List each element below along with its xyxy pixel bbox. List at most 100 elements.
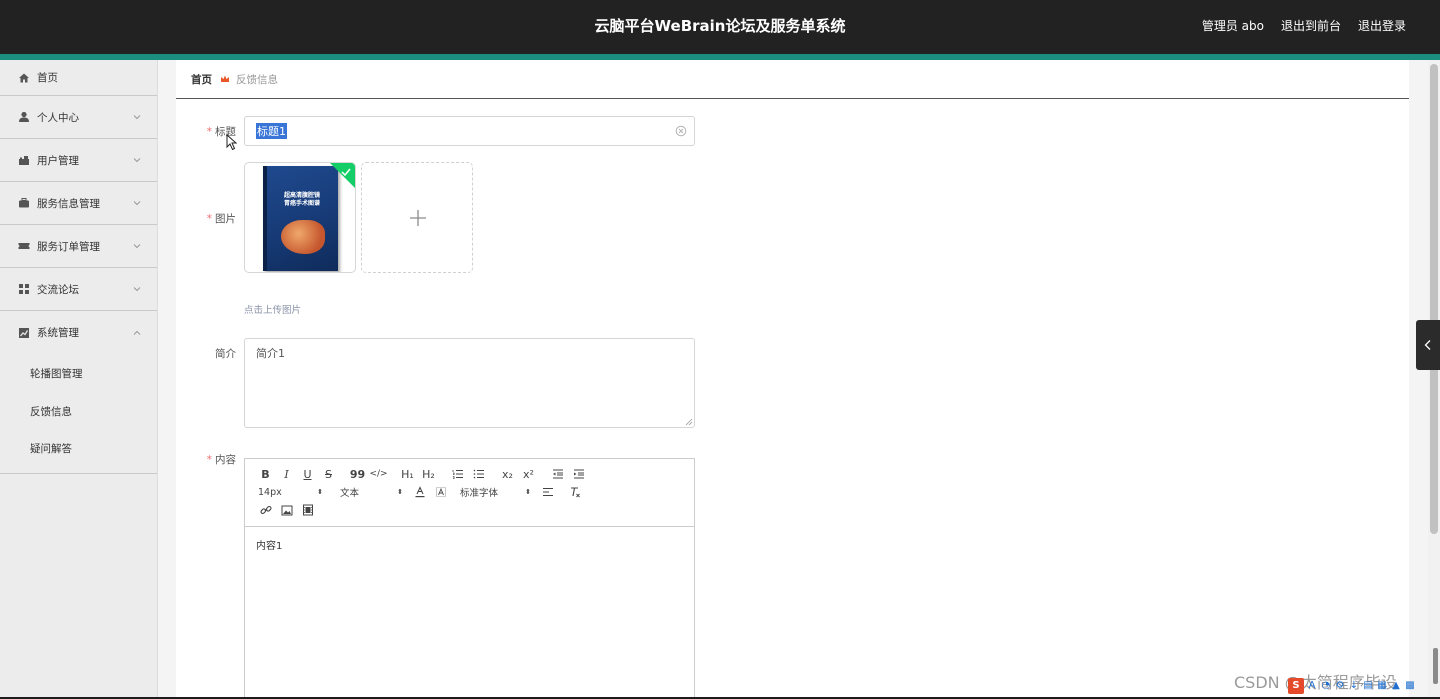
tray-icon-4[interactable]: ↓	[1348, 680, 1360, 692]
sidebar-subitem-carousel[interactable]: 轮播图管理	[0, 356, 157, 394]
sidebar-item-label: 个人中心	[37, 111, 79, 124]
sogou-ime-icon[interactable]: S	[1288, 678, 1304, 694]
sidebar-item-personal-center[interactable]: 个人中心	[0, 96, 157, 139]
bullet-list-icon	[473, 469, 484, 479]
background-color-button[interactable]	[430, 483, 451, 501]
clear-format-button[interactable]	[564, 483, 585, 501]
image-label: * 图片	[206, 213, 236, 225]
image-icon	[281, 505, 292, 515]
align-button[interactable]	[537, 483, 558, 501]
ordered-list-button[interactable]	[447, 465, 468, 483]
editor-content-area[interactable]: 内容1	[245, 527, 694, 562]
tray-icon-8[interactable]: ▩	[1404, 680, 1416, 692]
resize-grip-icon[interactable]	[685, 418, 693, 426]
sidebar-subitem-feedback[interactable]: 反馈信息	[0, 394, 157, 432]
indent-icon	[573, 469, 584, 479]
crown-icon	[220, 74, 230, 84]
strike-button[interactable]: S	[318, 465, 339, 483]
subscript-button[interactable]: x₂	[497, 465, 518, 483]
summary-label: 简介	[215, 348, 236, 360]
video-button[interactable]	[297, 501, 318, 519]
home-icon	[18, 72, 30, 84]
link-icon	[259, 505, 272, 515]
scrollbar-thumb-secondary[interactable]	[1433, 648, 1438, 684]
outdent-button[interactable]	[547, 465, 568, 483]
code-block-button[interactable]: </>	[368, 465, 389, 483]
italic-button[interactable]: I	[276, 465, 297, 483]
underline-button[interactable]: U	[297, 465, 318, 483]
book-illustration	[281, 220, 325, 254]
tray-icon-5[interactable]: ▤	[1362, 680, 1374, 692]
superscript-button[interactable]: x²	[518, 465, 539, 483]
sidebar-item-user-management[interactable]: 用户管理	[0, 139, 157, 182]
title-input-value: 标题1	[256, 123, 287, 139]
breadcrumb-current: 反馈信息	[236, 73, 278, 86]
system-submenu: 轮播图管理 反馈信息 疑问解答	[0, 354, 157, 474]
sidebar-item-home[interactable]: 首页	[0, 60, 157, 96]
editor-toolbar: B I U S 99 </> H₁ H₂ x₂ x² 14px ⬍ 文本 ⬍ 标…	[245, 459, 694, 527]
sidebar-item-forum[interactable]: 交流论坛	[0, 268, 157, 311]
main-panel: 首页 反馈信息 * 标题 标题1 * 图片 超高清腹腔镜 胃癌手术图谱 点击上传图片…	[176, 60, 1409, 699]
image-button[interactable]	[276, 501, 297, 519]
sidebar-item-label: 用户管理	[37, 154, 79, 167]
sidebar-item-label: 服务订单管理	[37, 240, 100, 253]
book-spine	[263, 166, 267, 271]
sidebar-item-service-info[interactable]: 服务信息管理	[0, 182, 157, 225]
tray-icon-2[interactable]: ◔	[1320, 680, 1332, 692]
select-arrows-icon: ⬍	[397, 488, 403, 496]
heading1-button[interactable]: H₁	[397, 465, 418, 483]
tray-icon-1[interactable]: A	[1306, 680, 1318, 692]
tray-icon-3[interactable]: ⚙	[1334, 680, 1346, 692]
chevron-down-icon	[133, 244, 141, 249]
text-type-select[interactable]: 文本 ⬍	[337, 483, 403, 501]
sidebar-item-service-orders[interactable]: 服务订单管理	[0, 225, 157, 268]
sidebar-subitem-faq[interactable]: 疑问解答	[0, 431, 157, 469]
sidebar-item-label: 首页	[37, 72, 58, 84]
link-button[interactable]	[255, 501, 276, 519]
clear-icon[interactable]	[675, 125, 687, 137]
grid-icon	[18, 283, 30, 295]
sidebar-item-label: 交流论坛	[37, 283, 79, 296]
upload-add-button[interactable]	[361, 162, 473, 273]
upload-tip: 点击上传图片	[244, 305, 302, 316]
background-color-icon	[435, 487, 446, 497]
side-panel-toggle[interactable]	[1416, 320, 1440, 370]
breadcrumb-home[interactable]: 首页	[191, 72, 212, 87]
chevron-down-icon	[133, 287, 141, 292]
uploaded-image-thumbnail[interactable]: 超高清腹腔镜 胃癌手术图谱	[244, 162, 356, 273]
summary-textarea[interactable]: 简介1	[244, 338, 695, 428]
plus-icon	[410, 210, 426, 226]
book-cover-image: 超高清腹腔镜 胃癌手术图谱	[263, 166, 338, 271]
chevron-down-icon	[133, 158, 141, 163]
admin-user-label[interactable]: 管理员 abo	[1202, 17, 1264, 34]
font-family-select[interactable]: 标准字体 ⬍	[457, 483, 531, 501]
clear-format-icon	[570, 487, 580, 498]
toolbar-row-2: 14px ⬍ 文本 ⬍ 标准字体 ⬍	[255, 483, 694, 501]
sidebar: 首页 个人中心 用户管理 服务信息管理 服务订单管理 交流论坛 系统管理 轮播图…	[0, 60, 158, 699]
rich-text-editor: B I U S 99 </> H₁ H₂ x₂ x² 14px ⬍ 文本 ⬍ 标…	[244, 458, 695, 699]
ticket-icon	[18, 240, 30, 252]
align-icon	[542, 488, 553, 496]
system-tray: S A ◔ ⚙ ↓ ▤ ▦ ▲ ▩	[1288, 676, 1416, 696]
summary-value: 简介1	[256, 347, 285, 360]
scrollbar-thumb[interactable]	[1430, 64, 1438, 534]
sidebar-item-label: 系统管理	[37, 327, 79, 339]
font-color-icon	[415, 486, 424, 498]
tray-icon-6[interactable]: ▦	[1376, 680, 1388, 692]
select-arrows-icon: ⬍	[525, 488, 531, 496]
book-title-line2: 胃癌手术图谱	[283, 200, 320, 207]
user-icon	[18, 111, 30, 123]
indent-button[interactable]	[568, 465, 589, 483]
ordered-list-icon	[452, 470, 463, 479]
font-size-select[interactable]: 14px ⬍	[255, 483, 323, 501]
heading2-button[interactable]: H₂	[418, 465, 439, 483]
exit-to-frontend-link[interactable]: 退出到前台	[1281, 17, 1341, 34]
sidebar-item-system[interactable]: 系统管理	[0, 311, 157, 354]
logout-link[interactable]: 退出登录	[1358, 17, 1406, 34]
title-input[interactable]: 标题1	[244, 116, 695, 146]
blockquote-button[interactable]: 99	[347, 465, 368, 483]
font-color-button[interactable]	[409, 483, 430, 501]
bold-button[interactable]: B	[255, 465, 276, 483]
bullet-list-button[interactable]	[468, 465, 489, 483]
tray-icon-7[interactable]: ▲	[1390, 680, 1402, 692]
